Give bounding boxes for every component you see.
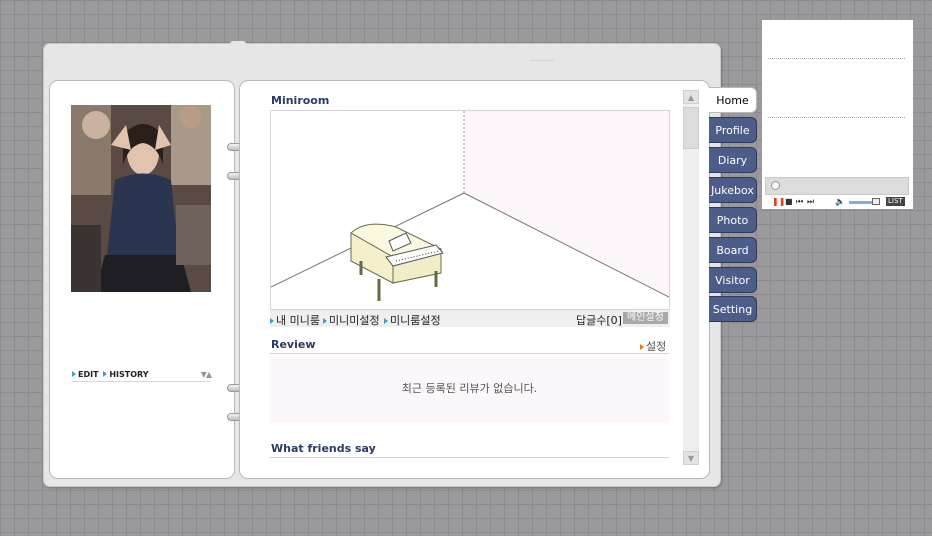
review-settings-label: 설정 bbox=[646, 340, 667, 353]
friends-divider bbox=[270, 457, 669, 458]
right-page: Miniroom 내 미니룸 미니미설정 미니룸설정 답글수[0] 메인설정 R… bbox=[239, 80, 710, 479]
edit-link[interactable]: EDIT bbox=[72, 370, 99, 379]
profile-links-row: EDIT HISTORY ▼▲ bbox=[72, 370, 212, 382]
reply-count: 답글수[0] bbox=[576, 314, 622, 327]
review-empty-box: 최근 등록된 리뷰가 없습니다. bbox=[270, 358, 669, 423]
tab-diary[interactable]: Diary bbox=[709, 147, 757, 173]
cd-icon bbox=[771, 181, 780, 190]
triangle-icon bbox=[384, 318, 388, 324]
review-divider bbox=[270, 353, 669, 354]
review-empty-message: 최근 등록된 리뷰가 없습니다. bbox=[401, 382, 538, 395]
music-player: ❚❚ ■ ⏮ ⏭ 🔈 LIST bbox=[762, 20, 913, 209]
player-track-bar bbox=[765, 177, 909, 195]
tab-photo[interactable]: Photo bbox=[709, 207, 757, 233]
book-notch bbox=[230, 41, 246, 47]
triangle-icon bbox=[103, 371, 108, 377]
profile-photo bbox=[71, 105, 211, 292]
tab-home[interactable]: Home bbox=[709, 87, 757, 113]
triangle-icon bbox=[270, 318, 274, 324]
my-miniroom-label: 내 미니룸 bbox=[276, 314, 320, 327]
pause-icon[interactable]: ❚❚ bbox=[772, 197, 785, 206]
tab-board[interactable]: Board bbox=[709, 237, 757, 263]
triangle-icon bbox=[323, 318, 327, 324]
top-divider bbox=[530, 60, 554, 61]
triangle-icon bbox=[640, 344, 644, 350]
tab-visitor[interactable]: Visitor bbox=[709, 267, 757, 293]
my-miniroom-link[interactable]: 내 미니룸 bbox=[270, 312, 320, 328]
stop-icon[interactable]: ■ bbox=[785, 197, 793, 206]
scroll-down-icon[interactable]: ▼ bbox=[683, 451, 699, 465]
player-controls: ❚❚ ■ ⏮ ⏭ 🔈 LIST bbox=[765, 197, 910, 207]
edit-link-label: EDIT bbox=[78, 370, 99, 379]
review-settings-link[interactable]: 설정 bbox=[640, 338, 666, 354]
miniroom-toolbar: 내 미니룸 미니미설정 미니룸설정 답글수[0] 메인설정 bbox=[270, 310, 670, 327]
playlist-button[interactable]: LIST bbox=[886, 197, 905, 206]
triangle-icon bbox=[72, 371, 76, 377]
volume-icon[interactable]: 🔈 bbox=[835, 197, 845, 206]
miniroom-canvas[interactable] bbox=[270, 110, 670, 310]
miniroom-settings-label: 미니룸설정 bbox=[390, 314, 441, 327]
left-page: EDIT HISTORY ▼▲ bbox=[49, 80, 235, 479]
main-settings-button[interactable]: 메인설정 bbox=[623, 312, 668, 324]
previous-icon[interactable]: ⏮ bbox=[796, 197, 803, 207]
review-title: Review bbox=[271, 338, 316, 351]
next-icon[interactable]: ⏭ bbox=[807, 197, 814, 207]
friends-title: What friends say bbox=[271, 442, 376, 455]
playlist-divider bbox=[768, 117, 905, 118]
tab-setting[interactable]: Setting bbox=[709, 296, 757, 322]
tab-profile[interactable]: Profile bbox=[709, 117, 757, 143]
minime-settings-label: 미니미설정 bbox=[329, 314, 380, 327]
sort-arrows-icon[interactable]: ▼▲ bbox=[201, 370, 212, 379]
scrollbar[interactable]: ▲ ▼ bbox=[683, 90, 699, 465]
tab-jukebox[interactable]: Jukebox bbox=[709, 177, 757, 203]
history-link-label: HISTORY bbox=[109, 370, 149, 379]
miniroom-settings-link[interactable]: 미니룸설정 bbox=[384, 312, 441, 328]
scroll-thumb[interactable] bbox=[683, 107, 699, 149]
miniroom-title: Miniroom bbox=[271, 94, 330, 107]
playlist-divider bbox=[768, 58, 905, 59]
history-link[interactable]: HISTORY bbox=[103, 370, 149, 379]
volume-knob[interactable] bbox=[872, 198, 880, 205]
scroll-up-icon[interactable]: ▲ bbox=[683, 90, 699, 104]
minime-settings-link[interactable]: 미니미설정 bbox=[323, 312, 380, 328]
piano-icon bbox=[350, 223, 444, 301]
